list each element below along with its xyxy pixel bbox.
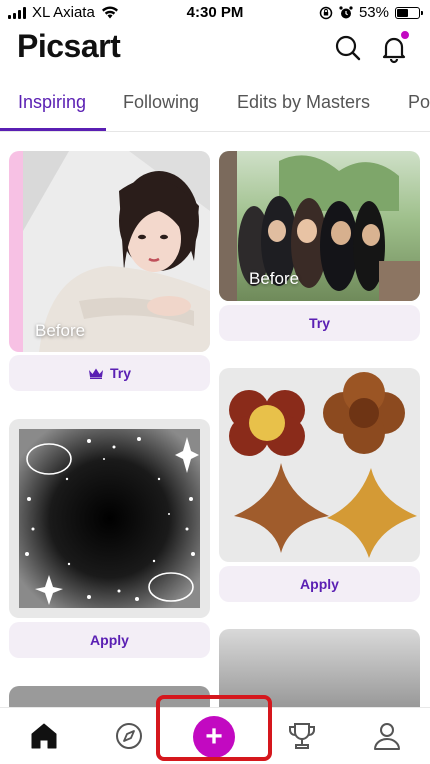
try-button-label: Try xyxy=(109,365,131,381)
portrait-card-image[interactable]: Before xyxy=(9,151,210,352)
apply-button[interactable]: Apply xyxy=(219,566,420,602)
tab-partial[interactable]: Po xyxy=(408,92,430,113)
notification-dot xyxy=(399,29,411,41)
try-button-label: Try xyxy=(308,315,330,331)
tab-following[interactable]: Following xyxy=(123,92,199,113)
try-button[interactable]: Try xyxy=(219,305,420,341)
feed-tabs: Inspiring Following Edits by Masters Po xyxy=(0,84,430,132)
picsart-logo: Picsart xyxy=(17,28,121,64)
sparkle-frame-image[interactable] xyxy=(9,419,210,618)
try-button[interactable]: Try xyxy=(9,355,210,391)
app-header: Picsart xyxy=(0,26,430,70)
apply-button-label: Apply xyxy=(90,632,129,648)
apply-button[interactable]: Apply xyxy=(9,622,210,658)
crown-icon xyxy=(88,368,103,379)
active-tab-indicator xyxy=(0,128,106,131)
cookie-stickers-image[interactable] xyxy=(219,368,420,562)
cookie-stickers-illustration xyxy=(229,372,417,558)
status-right: 53% xyxy=(319,4,423,21)
sparkle-frame-illustration xyxy=(19,429,200,608)
highlight-box xyxy=(156,695,272,761)
apply-button-label: Apply xyxy=(300,576,339,592)
before-label: Before xyxy=(35,321,86,340)
search-icon[interactable] xyxy=(332,32,364,64)
tab-edits-by-masters[interactable]: Edits by Masters xyxy=(237,92,370,113)
status-bar: XL Axiata 4:30 PM 53% xyxy=(0,0,430,26)
rotation-lock-icon xyxy=(319,6,333,19)
home-icon[interactable] xyxy=(28,720,60,752)
profile-icon[interactable] xyxy=(371,720,403,752)
battery-icon xyxy=(395,6,423,19)
explore-icon[interactable] xyxy=(113,720,145,752)
battery-percent: 53% xyxy=(358,4,389,21)
before-label: Before xyxy=(249,269,300,288)
group-photo-card-image[interactable]: Before xyxy=(219,151,420,301)
challenges-trophy-icon[interactable] xyxy=(286,720,318,752)
notifications-button[interactable] xyxy=(378,29,411,64)
tab-inspiring[interactable]: Inspiring xyxy=(18,92,86,113)
alarm-icon xyxy=(339,5,353,18)
